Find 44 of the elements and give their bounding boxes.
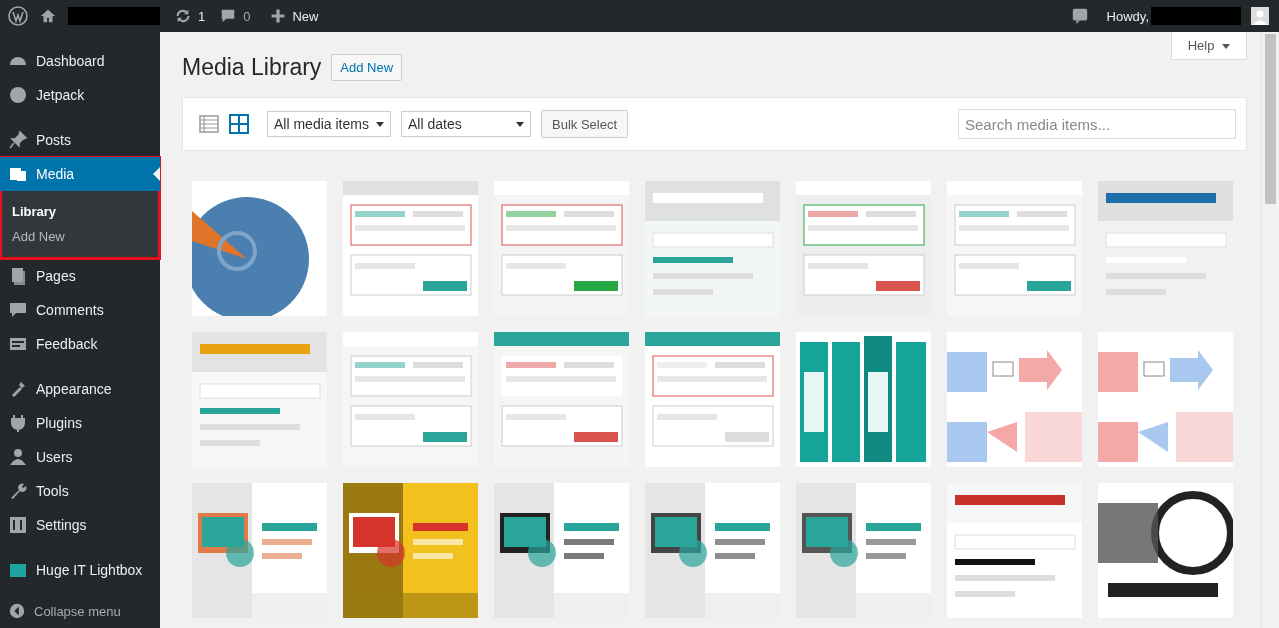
updates-link[interactable]: 1 [174, 7, 206, 25]
help-tab[interactable]: Help [1170, 32, 1247, 60]
scrollbar-thumb[interactable] [1265, 34, 1276, 204]
pin-icon [8, 130, 28, 150]
menu-item[interactable]: Plugins [0, 406, 160, 440]
menu-item[interactable]: Media [0, 157, 160, 191]
menu-item[interactable]: Huge IT Lightbox [0, 553, 160, 587]
collapse-menu-button[interactable]: Collapse menu [0, 594, 160, 628]
menu-item[interactable]: Jetpack [0, 78, 160, 112]
menu-item[interactable]: Posts [0, 123, 160, 157]
user-icon [8, 447, 28, 467]
media-type-dropdown[interactable]: All media items [267, 111, 391, 137]
list-view-icon[interactable] [199, 114, 219, 134]
caret-icon [516, 121, 524, 127]
menu-item[interactable]: Appearance [0, 372, 160, 406]
refresh-icon [174, 7, 192, 25]
notification-icon[interactable] [1070, 7, 1089, 25]
menu-item[interactable]: Pages [0, 259, 160, 293]
menu-item[interactable]: Dashboard [0, 44, 160, 78]
menu-pointer-icon [153, 167, 160, 181]
comments-link[interactable]: 0 [219, 7, 251, 25]
home-icon[interactable] [38, 7, 58, 25]
submenu-item[interactable]: Library [0, 199, 160, 224]
page-title: Media Library [182, 54, 322, 81]
submenu-item[interactable]: Add New [0, 224, 160, 249]
menu-item[interactable]: Settings [0, 508, 160, 542]
plug-icon [8, 413, 28, 433]
menu-item[interactable]: Feedback [0, 327, 160, 361]
date-dropdown[interactable]: All dates [401, 111, 531, 137]
menu-item[interactable]: Tools [0, 474, 160, 508]
search-field[interactable]: Search media items... [958, 109, 1236, 139]
bubble-icon [8, 300, 28, 320]
new-link[interactable]: New [270, 8, 319, 24]
plus-icon [270, 8, 287, 24]
menu-item[interactable]: Comments [0, 293, 160, 327]
wordpress-logo-icon[interactable] [8, 6, 28, 26]
menu-item[interactable]: Users [0, 440, 160, 474]
scrollbar[interactable] [1261, 32, 1279, 628]
caret-icon [1222, 44, 1230, 50]
grid-view-icon[interactable] [229, 114, 249, 134]
greeting-text[interactable]: Howdy, [1106, 8, 1149, 24]
add-new-button[interactable]: Add New [331, 54, 403, 81]
bulk-select-button[interactable]: Bulk Select [541, 110, 629, 138]
caret-icon [376, 121, 384, 127]
